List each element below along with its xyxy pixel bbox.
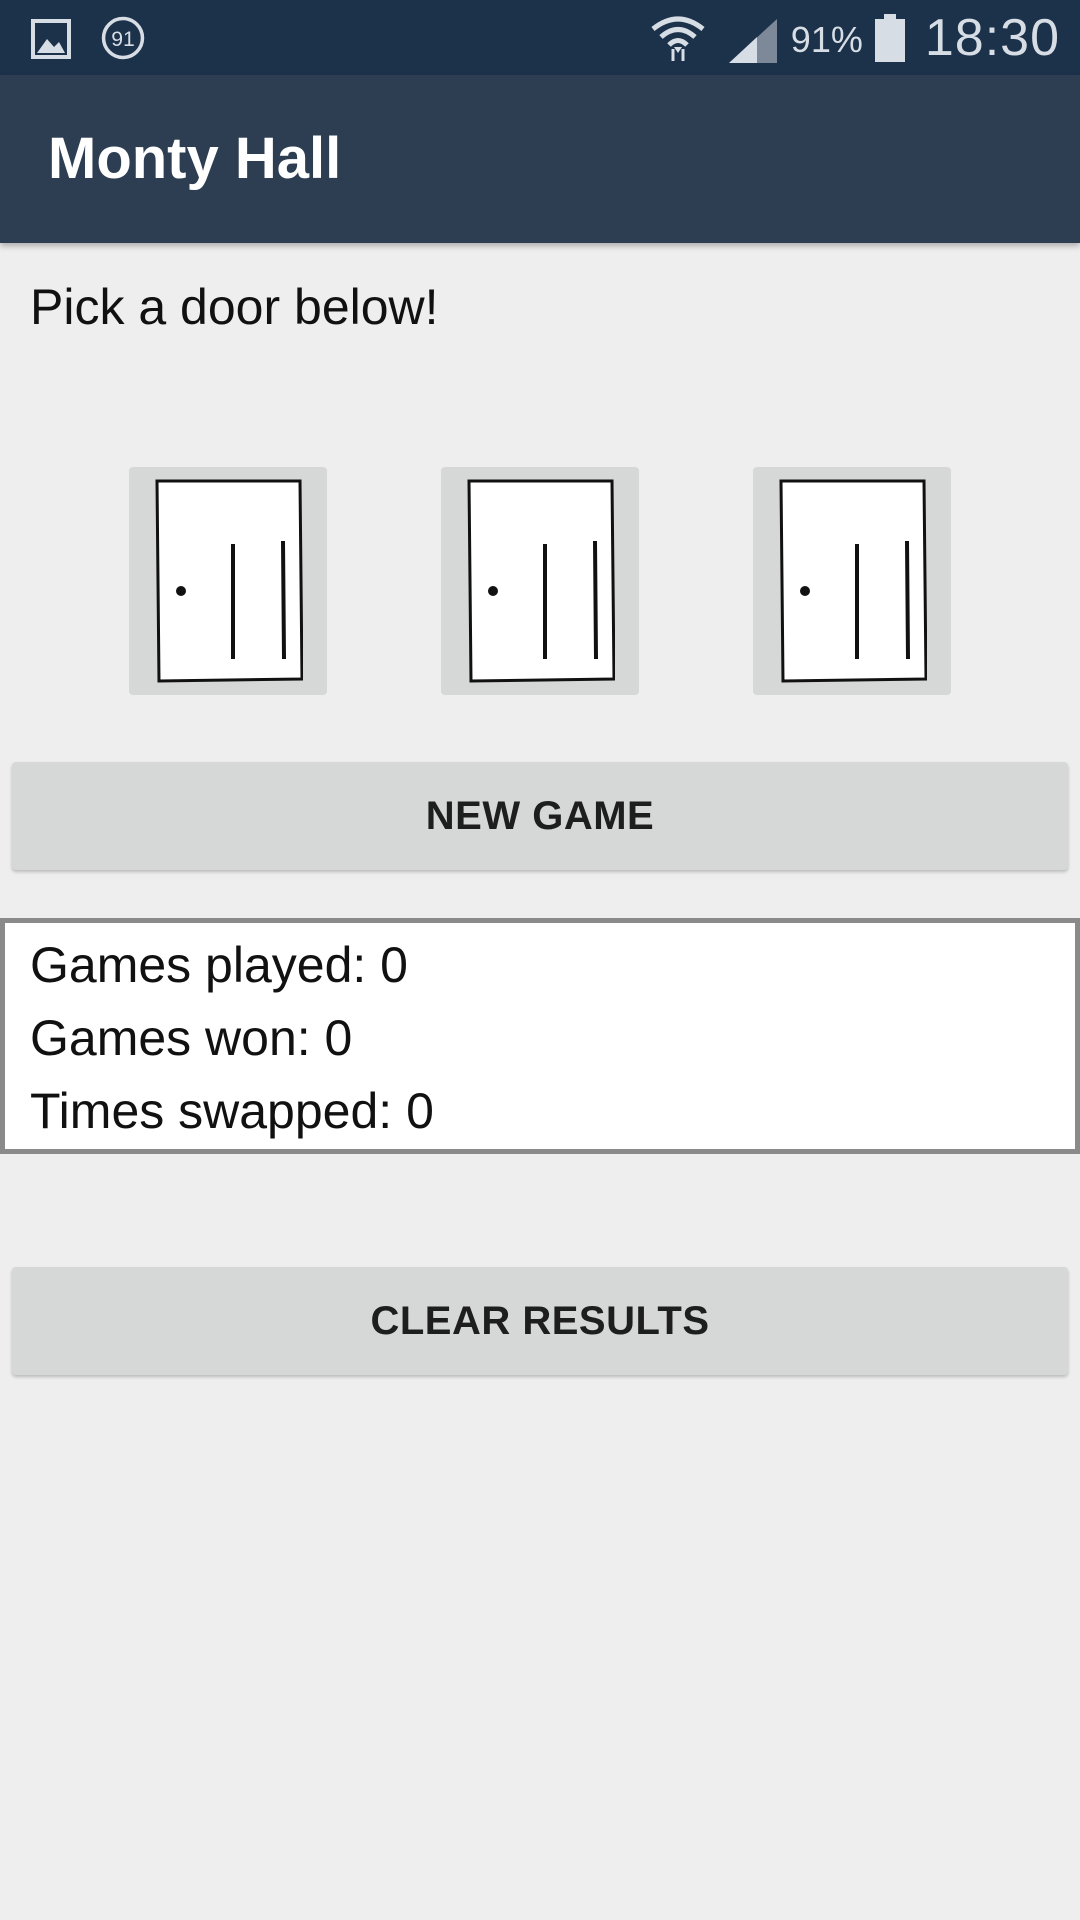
door-2-button[interactable]	[441, 467, 639, 695]
battery-icon	[874, 13, 905, 62]
app-title: Monty Hall	[48, 126, 342, 191]
clear-results-button[interactable]: CLEAR RESULTS	[12, 1267, 1068, 1375]
app-bar: Monty Hall	[0, 75, 1080, 243]
games-won-text: Games won: 0	[30, 1010, 353, 1066]
door-1-button[interactable]	[129, 467, 327, 695]
door-3-button[interactable]	[753, 467, 951, 695]
results-panel: Games played: 0 Games won: 0 Times swapp…	[0, 918, 1080, 1154]
games-played-text: Games played: 0	[30, 937, 408, 993]
notification-count-icon: 91	[101, 16, 145, 60]
gallery-icon	[31, 19, 71, 59]
new-game-button[interactable]: NEW GAME	[12, 762, 1068, 870]
wifi-icon	[651, 16, 705, 61]
door-icon	[779, 479, 927, 683]
door-icon	[155, 479, 303, 683]
signal-icon	[728, 18, 777, 63]
status-bar: 91 91% 18:30	[0, 0, 1080, 75]
notification-count-text: 91	[111, 28, 135, 51]
status-right-group: 91% 18:30	[649, 0, 1060, 75]
times-swapped-text: Times swapped: 0	[30, 1083, 434, 1139]
battery-percent: 91%	[790, 18, 863, 60]
status-clock: 18:30	[924, 8, 1060, 67]
door-icon	[467, 479, 615, 683]
pick-door-prompt: Pick a door below!	[30, 279, 439, 335]
